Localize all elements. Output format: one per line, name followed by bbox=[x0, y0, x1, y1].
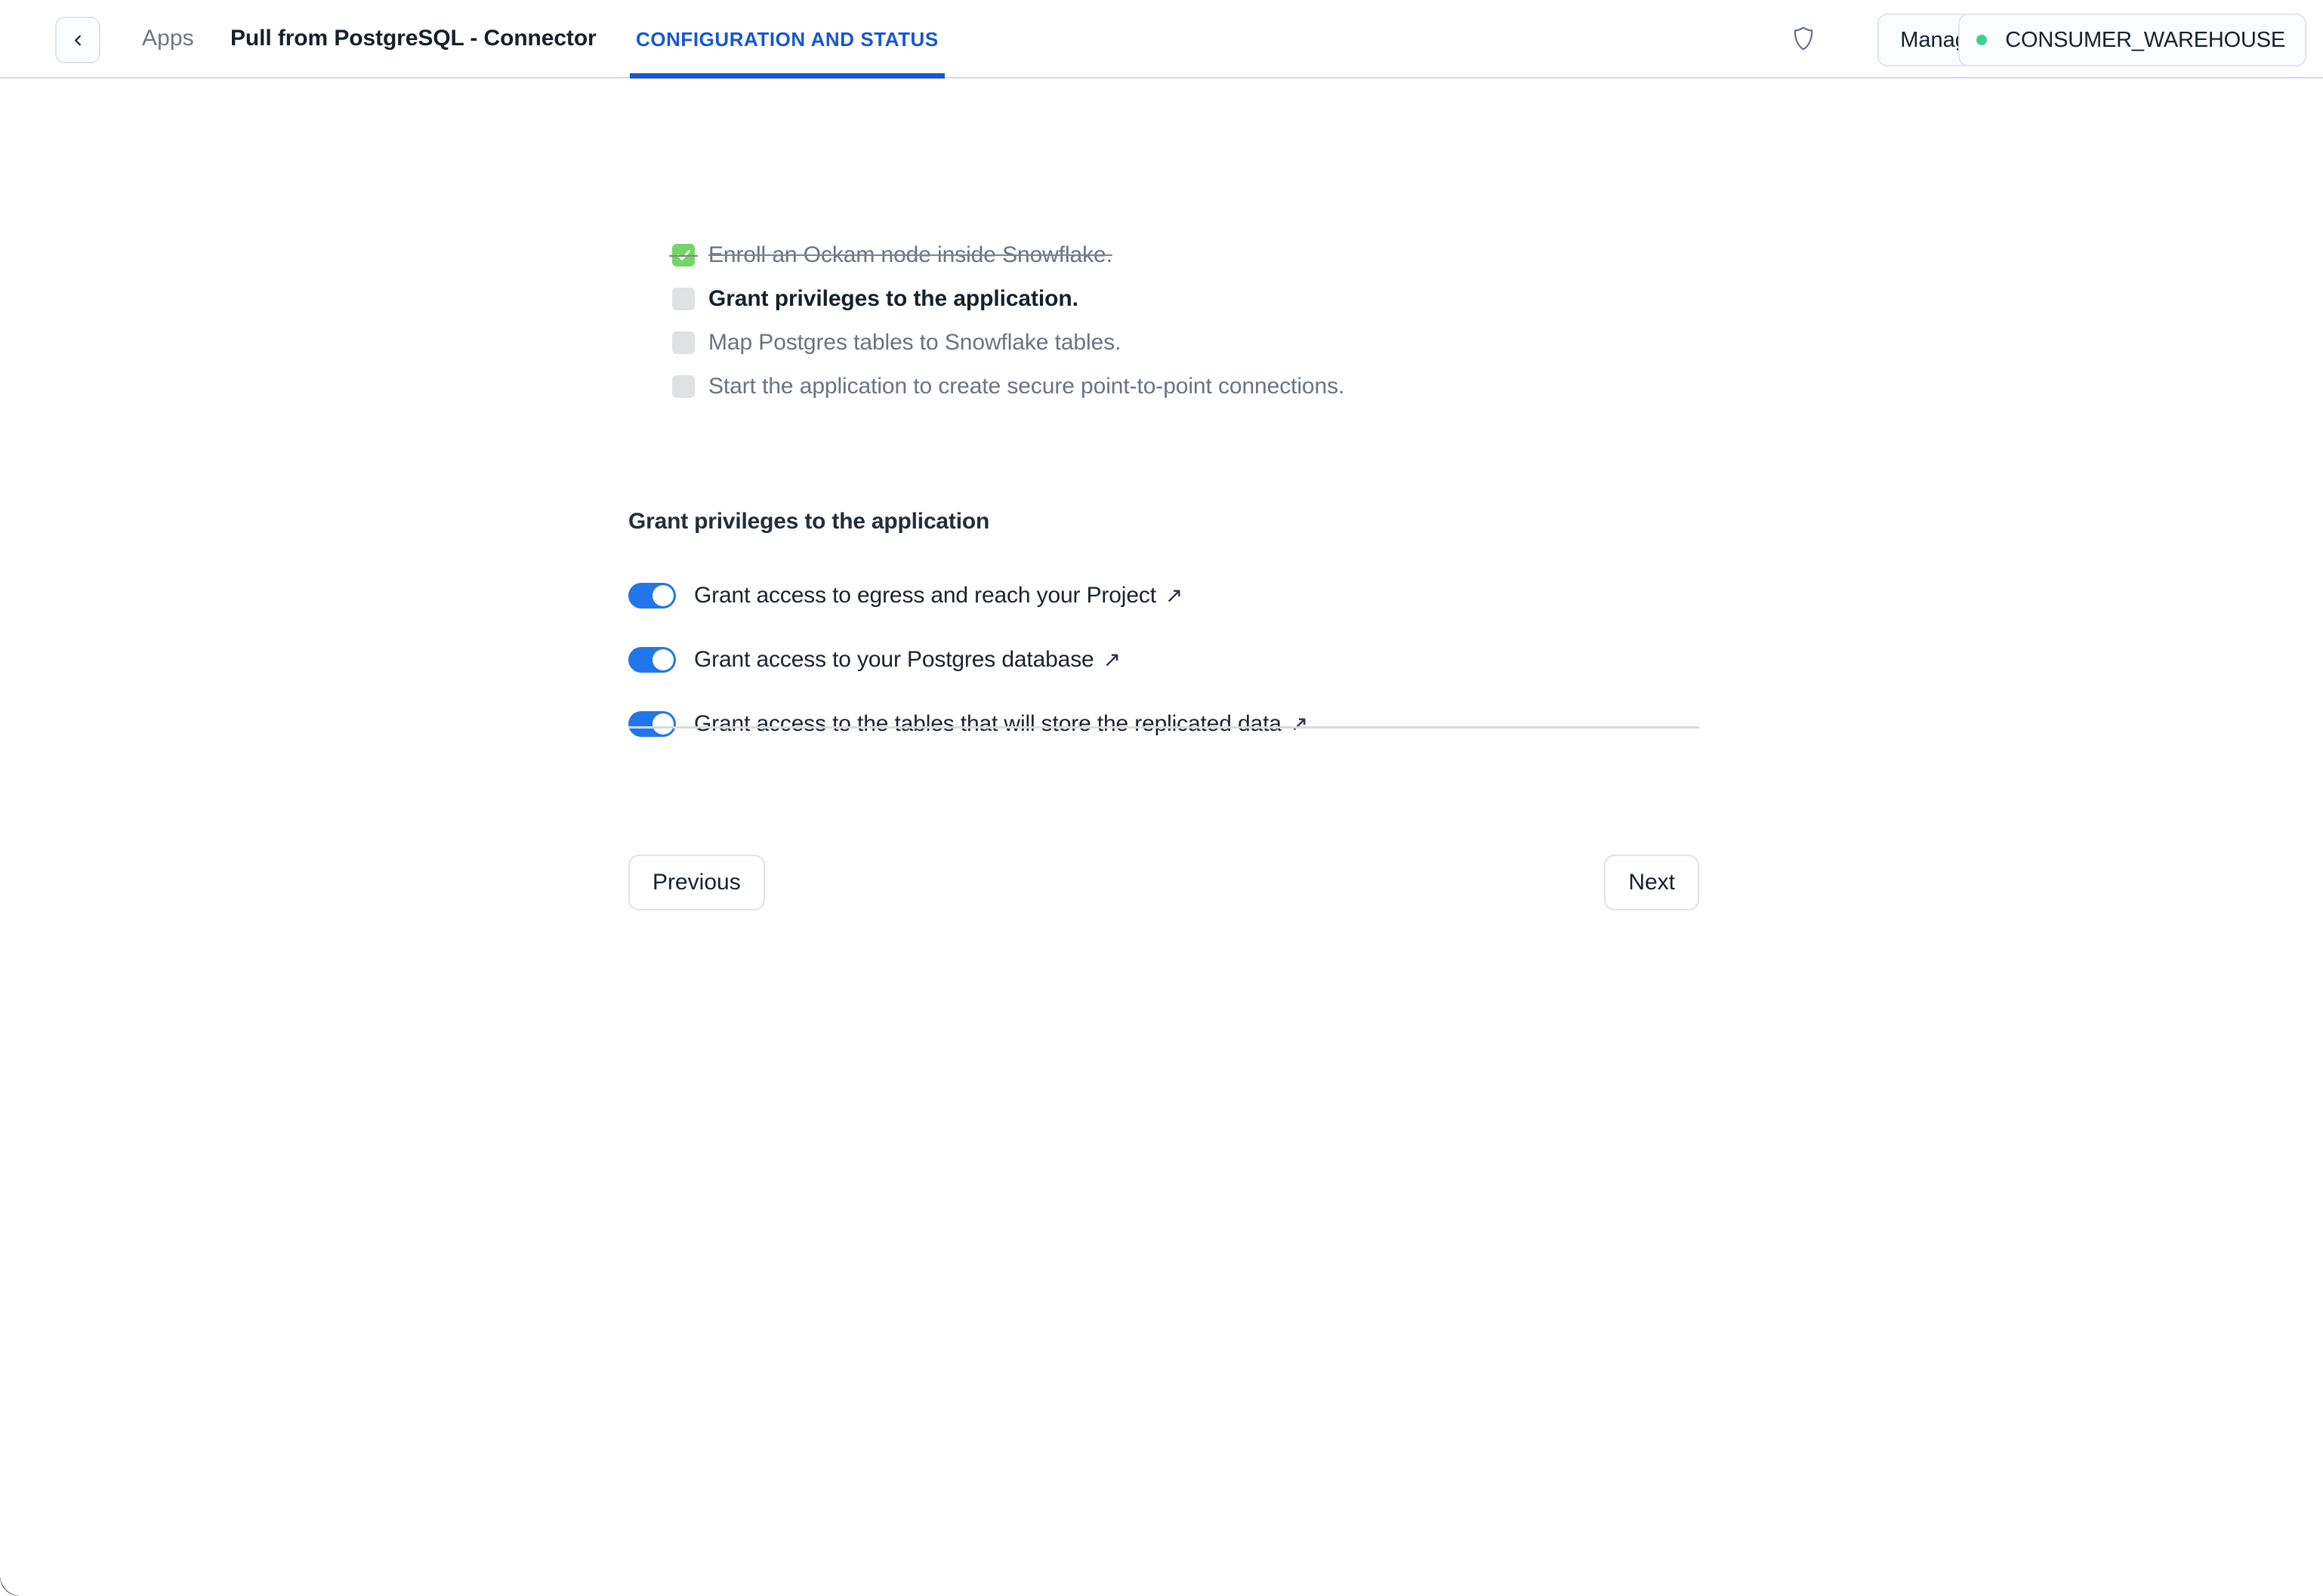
privilege-label-wrap: Grant access to the tables that will sto… bbox=[694, 711, 1308, 737]
privilege-label-wrap: Grant access to egress and reach your Pr… bbox=[694, 583, 1183, 609]
wizard-footer: Previous Next bbox=[628, 855, 1699, 910]
application-window: Apps Pull from PostgreSQL - Connector CO… bbox=[0, 0, 2323, 1596]
checkbox-empty-icon bbox=[672, 331, 695, 354]
warehouse-selector[interactable]: CONSUMER_WAREHOUSE bbox=[1958, 14, 2306, 66]
previous-button[interactable]: Previous bbox=[628, 855, 765, 910]
checklist-item-label: Enroll an Ockam node inside Snowflake. bbox=[708, 242, 1112, 267]
privilege-label: Grant access to your Postgres database bbox=[694, 646, 1094, 672]
previous-button-label: Previous bbox=[652, 870, 741, 895]
window-corner-decoration bbox=[0, 1573, 23, 1596]
privilege-row-egress: Grant access to egress and reach your Pr… bbox=[628, 563, 1671, 627]
chevron-left-icon bbox=[72, 35, 84, 46]
next-button[interactable]: Next bbox=[1604, 855, 1699, 910]
toggle-tables-access[interactable] bbox=[628, 710, 676, 737]
toggle-knob bbox=[652, 713, 674, 735]
checklist-item-2: Grant privileges to the application. bbox=[672, 277, 1669, 321]
toggle-knob bbox=[652, 584, 674, 606]
warehouse-status-dot bbox=[1976, 35, 1988, 45]
page-title: Pull from PostgreSQL - Connector bbox=[230, 26, 597, 51]
setup-checklist: Enroll an Ockam node inside Snowflake. G… bbox=[669, 233, 1669, 408]
privilege-row-postgres: Grant access to your Postgres database ↗ bbox=[628, 627, 1671, 692]
external-link-icon[interactable]: ↗ bbox=[1291, 713, 1308, 735]
back-button[interactable] bbox=[55, 17, 100, 63]
checklist-item-label: Map Postgres tables to Snowflake tables. bbox=[708, 330, 1121, 355]
checkbox-empty-icon bbox=[672, 288, 695, 310]
app-header: Apps Pull from PostgreSQL - Connector CO… bbox=[0, 0, 2323, 79]
checkbox-checked-icon bbox=[669, 244, 698, 267]
tab-active-underline bbox=[630, 73, 945, 79]
tab-configuration-and-status[interactable]: CONFIGURATION AND STATUS bbox=[630, 0, 945, 79]
checklist-item-label: Start the application to create secure p… bbox=[708, 374, 1345, 399]
privilege-label-wrap: Grant access to your Postgres database ↗ bbox=[694, 647, 1121, 673]
external-link-icon[interactable]: ↗ bbox=[1103, 649, 1121, 670]
toggle-egress-access[interactable] bbox=[628, 582, 676, 609]
checklist-item-label: Grant privileges to the application. bbox=[708, 286, 1078, 311]
toggle-postgres-access[interactable] bbox=[628, 646, 676, 673]
section-divider bbox=[628, 726, 1699, 729]
shield-icon[interactable] bbox=[1787, 22, 1820, 55]
tab-label: CONFIGURATION AND STATUS bbox=[636, 27, 939, 51]
warehouse-name: CONSUMER_WAREHOUSE bbox=[2005, 27, 2285, 52]
breadcrumb-apps-link[interactable]: Apps bbox=[142, 26, 194, 51]
next-button-label: Next bbox=[1628, 870, 1675, 895]
checklist-item-4: Start the application to create secure p… bbox=[672, 365, 1669, 408]
toggle-knob bbox=[652, 649, 674, 670]
privilege-label: Grant access to the tables that will sto… bbox=[694, 710, 1282, 736]
checkbox-empty-icon bbox=[672, 375, 695, 398]
privilege-row-tables: Grant access to the tables that will sto… bbox=[628, 692, 1671, 756]
checklist-item-3: Map Postgres tables to Snowflake tables. bbox=[672, 321, 1669, 365]
checklist-item-1: Enroll an Ockam node inside Snowflake. bbox=[669, 233, 1669, 277]
external-link-icon[interactable]: ↗ bbox=[1165, 584, 1183, 606]
section-heading: Grant privileges to the application bbox=[628, 509, 990, 534]
privilege-label: Grant access to egress and reach your Pr… bbox=[694, 582, 1156, 608]
